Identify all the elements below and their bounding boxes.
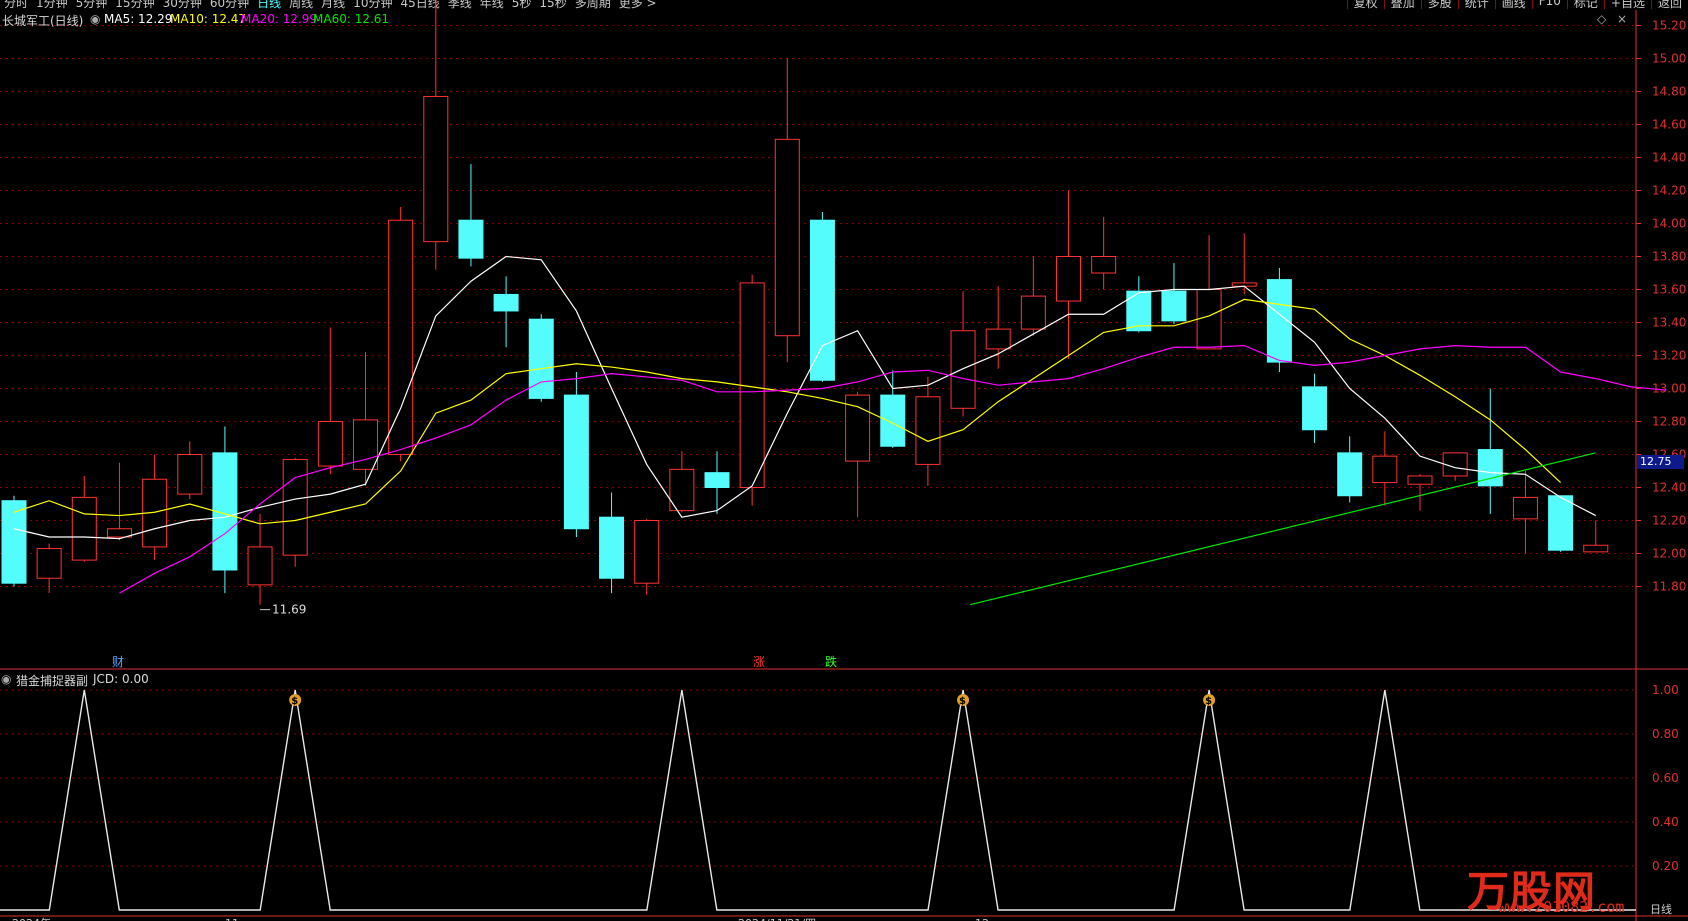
sub-y-tick-2: 0.60: [1652, 771, 1679, 785]
low-price-label: 11.69: [272, 603, 306, 617]
y-tick-label-0: 11.80: [1652, 580, 1686, 594]
candle-body-17[interactable]: [599, 516, 625, 579]
candle-body-14[interactable]: [493, 293, 519, 312]
y-tick-label-5: 12.80: [1652, 415, 1686, 429]
candle-body-23[interactable]: [809, 219, 835, 381]
date-label-3: 12: [975, 917, 989, 921]
sub-y-tick-4: 1.00: [1652, 683, 1679, 697]
y-tick-label-10: 13.80: [1652, 250, 1686, 264]
candle-body-44[interactable]: [1548, 495, 1574, 551]
candle-body-30[interactable]: [1056, 256, 1081, 302]
candle-body-43[interactable]: [1512, 496, 1538, 520]
candle-body-27[interactable]: [950, 330, 976, 409]
date-label-0: 2024年: [12, 916, 51, 921]
y-tick-label-11: 14.00: [1652, 217, 1686, 231]
marker-zhang[interactable]: 涨: [753, 654, 765, 669]
candle-body-12[interactable]: [423, 95, 449, 243]
marker-cai[interactable]: 财: [112, 655, 124, 669]
candle-body-31[interactable]: [1091, 256, 1117, 274]
candle-body-5[interactable]: [177, 454, 203, 495]
main-panel-title: 长城军工(日线): [2, 14, 84, 28]
ma20-label: MA20: 12.99: [241, 12, 318, 26]
candle-body-9[interactable]: [317, 421, 343, 467]
ma60-label: MA60: 12.61: [313, 12, 390, 26]
candle-body-39[interactable]: [1372, 455, 1398, 484]
y-tick-label-7: 13.20: [1652, 349, 1686, 363]
date-label-2: 2024/11/21/四: [738, 917, 816, 921]
marker-die[interactable]: 跌: [825, 654, 837, 669]
sub-y-tick-0: 0.20: [1652, 859, 1679, 873]
sub-y-tick-1: 0.40: [1652, 815, 1679, 829]
candle-body-22[interactable]: [774, 138, 800, 337]
candle-body-1[interactable]: [36, 548, 62, 579]
candle-body-40[interactable]: [1407, 475, 1433, 485]
y-tick-label-16: 15.00: [1652, 52, 1686, 66]
watermark-url: www.201082.com: [1498, 898, 1625, 916]
y-tick-label-13: 14.40: [1652, 151, 1686, 165]
current-price-tag: 12.75: [1637, 455, 1684, 469]
ma5-label: MA5: 12.29: [104, 12, 173, 26]
y-tick-label-3: 12.40: [1652, 481, 1686, 495]
candle-body-45[interactable]: [1583, 544, 1609, 553]
jcd-label: JCD: 0.00: [93, 672, 149, 686]
candle-body-34[interactable]: [1196, 289, 1222, 350]
ma5-line: [13, 255, 1597, 540]
y-tick-label-17: 15.20: [1652, 19, 1686, 33]
sub-panel-toggle-icon[interactable]: ◉: [1, 672, 11, 686]
candle-body-7[interactable]: [247, 546, 273, 586]
y-tick-label-9: 13.60: [1652, 283, 1686, 297]
candle-body-2[interactable]: [71, 496, 97, 561]
candle-body-28[interactable]: [985, 328, 1011, 350]
ma10-label: MA10: 12.47: [170, 12, 247, 26]
candle-body-33[interactable]: [1161, 290, 1187, 322]
signal-bag-symbol-1: $: [959, 696, 966, 707]
candle-body-26[interactable]: [915, 396, 941, 465]
candle-body-29[interactable]: [1020, 295, 1046, 330]
high-price-label: 15.40: [448, 0, 482, 2]
y-tick-label-1: 12.00: [1652, 547, 1686, 561]
candle-body-13[interactable]: [458, 219, 484, 259]
candle-body-8[interactable]: [282, 458, 308, 556]
close-icon[interactable]: ×: [1617, 12, 1627, 26]
jcd-line: [0, 689, 1636, 911]
period-corner-label: 日线: [1650, 902, 1672, 916]
candle-body-20[interactable]: [704, 472, 730, 488]
y-tick-label-8: 13.40: [1652, 316, 1686, 330]
signal-bag-symbol-0: $: [291, 696, 298, 707]
y-tick-label-15: 14.80: [1652, 85, 1686, 99]
candle-body-38[interactable]: [1337, 452, 1363, 497]
kline-chart[interactable]: 11.8012.0012.2012.4012.6012.8013.0013.20…: [0, 0, 1688, 921]
y-tick-label-6: 13.00: [1652, 382, 1686, 396]
date-label-1: 11: [225, 917, 239, 921]
sub-y-tick-3: 0.80: [1652, 727, 1679, 741]
candle-body-25[interactable]: [880, 394, 906, 447]
panel-toggle-icon[interactable]: ◉: [90, 12, 100, 26]
candle-body-18[interactable]: [634, 520, 660, 584]
sub-panel-title: 猎金捕捉器副: [16, 674, 89, 688]
y-tick-label-14: 14.60: [1652, 118, 1686, 132]
candle-body-16[interactable]: [563, 394, 589, 530]
y-tick-label-12: 14.20: [1652, 184, 1686, 198]
diamond-icon[interactable]: ◇: [1597, 12, 1606, 26]
candle-body-37[interactable]: [1302, 386, 1328, 431]
candle-body-11[interactable]: [388, 219, 414, 455]
signal-bag-symbol-2: $: [1205, 696, 1212, 707]
candle-body-32[interactable]: [1126, 290, 1152, 332]
y-tick-label-2: 12.20: [1652, 514, 1686, 528]
candle-body-0[interactable]: [1, 500, 27, 584]
ma60-line: [969, 452, 1596, 606]
